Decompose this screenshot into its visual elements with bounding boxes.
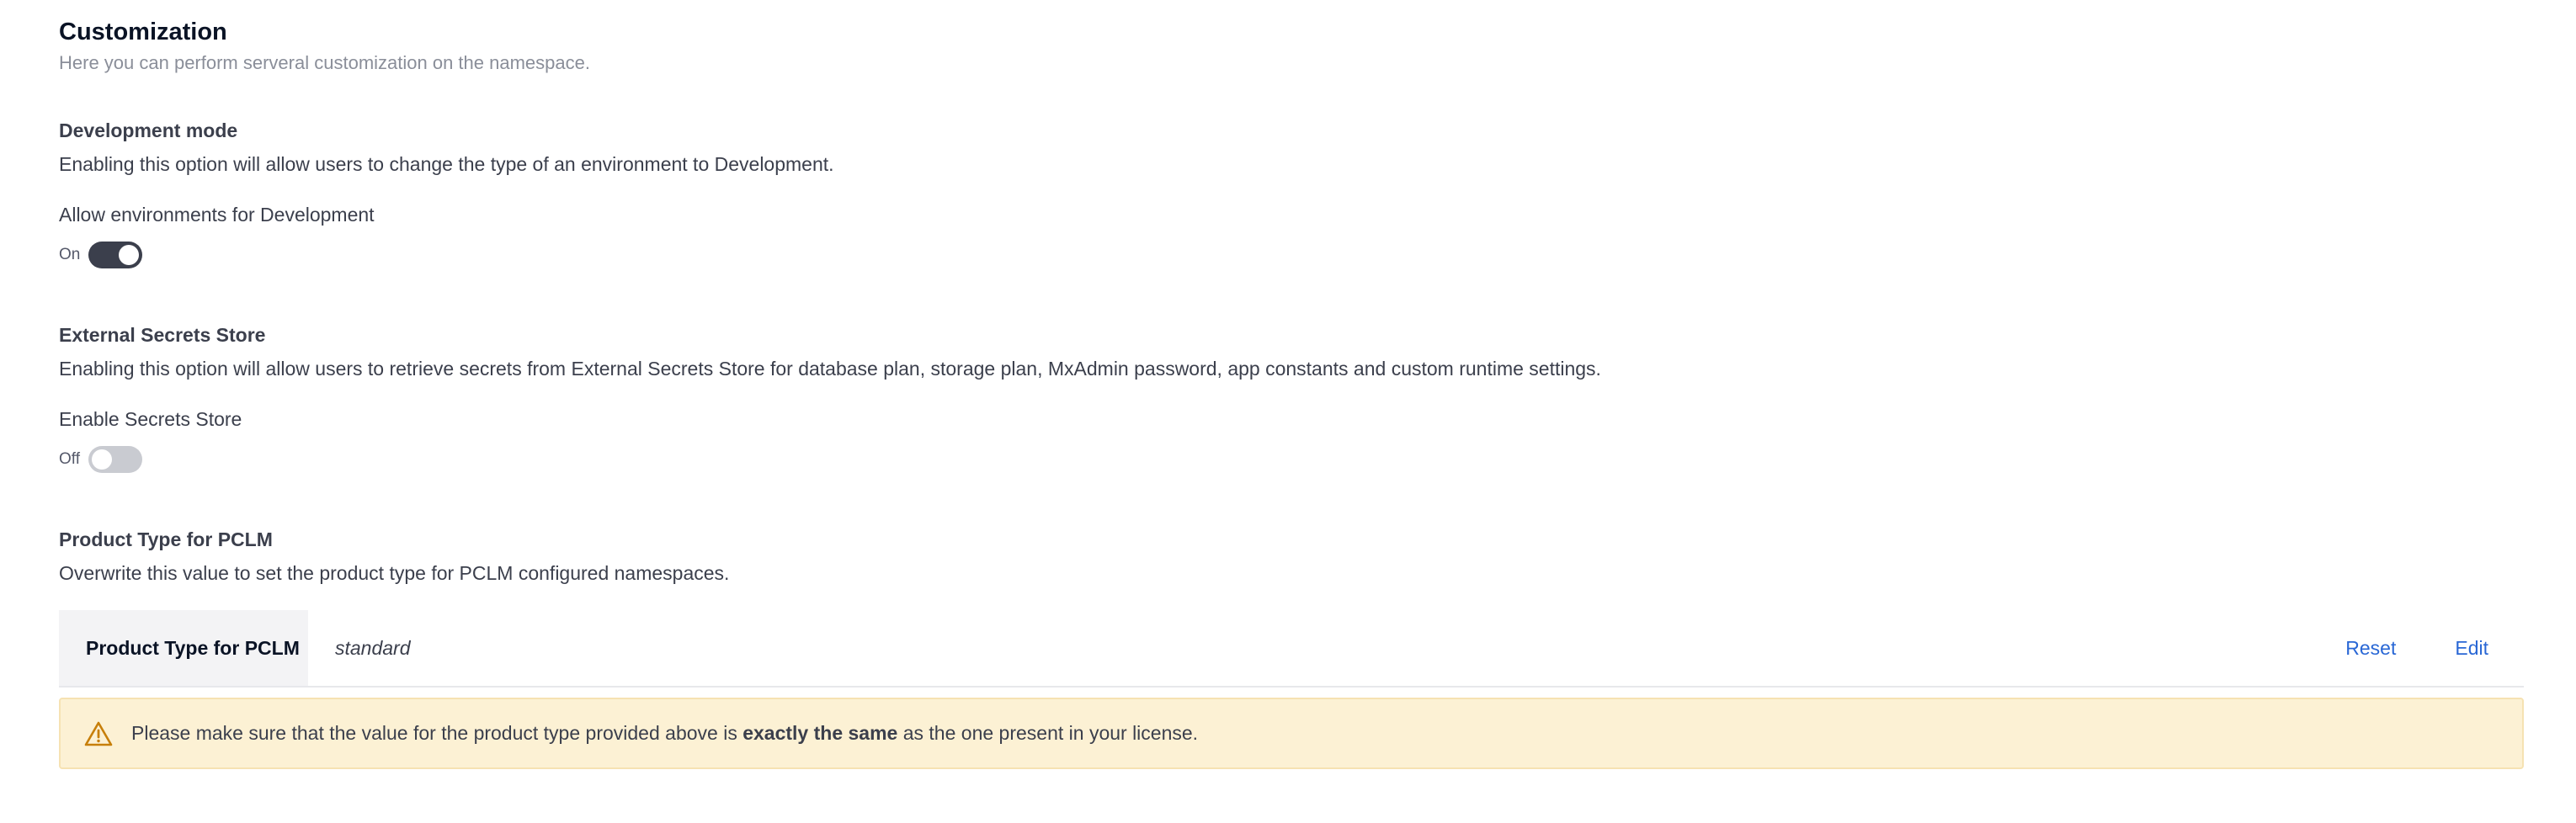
external-secrets-title: External Secrets Store [59,324,266,346]
warning-icon [84,721,113,746]
alert-text-before: Please make sure that the value for the … [131,722,743,744]
toggle-state-label: Off [59,450,80,468]
product-type-actions: Reset Edit [2286,610,2524,686]
license-warning-alert: Please make sure that the value for the … [59,698,2524,769]
alert-text-after: as the one present in your license. [897,722,1199,744]
allow-development-toggle-row: On [59,241,143,269]
toggle-knob [119,245,140,265]
customization-page: Customization Here you can perform serve… [0,0,2576,823]
product-type-description: Overwrite this value to set the product … [59,562,730,584]
enable-secrets-toggle-row: Off [59,445,142,474]
page-subtitle: Here you can perform serveral customizat… [59,52,590,73]
allow-development-label: Allow environments for Development [59,204,375,226]
page-title: Customization [59,19,227,45]
toggle-knob [92,449,112,470]
product-type-row-label: Product Type for PCLM [59,610,308,686]
toggle-state-label: On [59,246,81,263]
external-secrets-description: Enabling this option will allow users to… [59,358,1601,380]
product-type-title: Product Type for PCLM [59,528,273,550]
development-mode-title: Development mode [59,119,238,141]
product-type-row: Product Type for PCLM standard Reset Edi… [59,610,2524,688]
product-type-row-value: standard [335,636,411,659]
enable-secrets-toggle[interactable] [88,446,142,473]
allow-development-toggle[interactable] [88,242,143,268]
reset-button[interactable]: Reset [2345,637,2396,660]
alert-text: Please make sure that the value for the … [131,722,1198,745]
development-mode-description: Enabling this option will allow users to… [59,153,834,175]
alert-text-bold: exactly the same [742,722,898,744]
edit-button[interactable]: Edit [2455,637,2488,660]
enable-secrets-label: Enable Secrets Store [59,408,242,430]
